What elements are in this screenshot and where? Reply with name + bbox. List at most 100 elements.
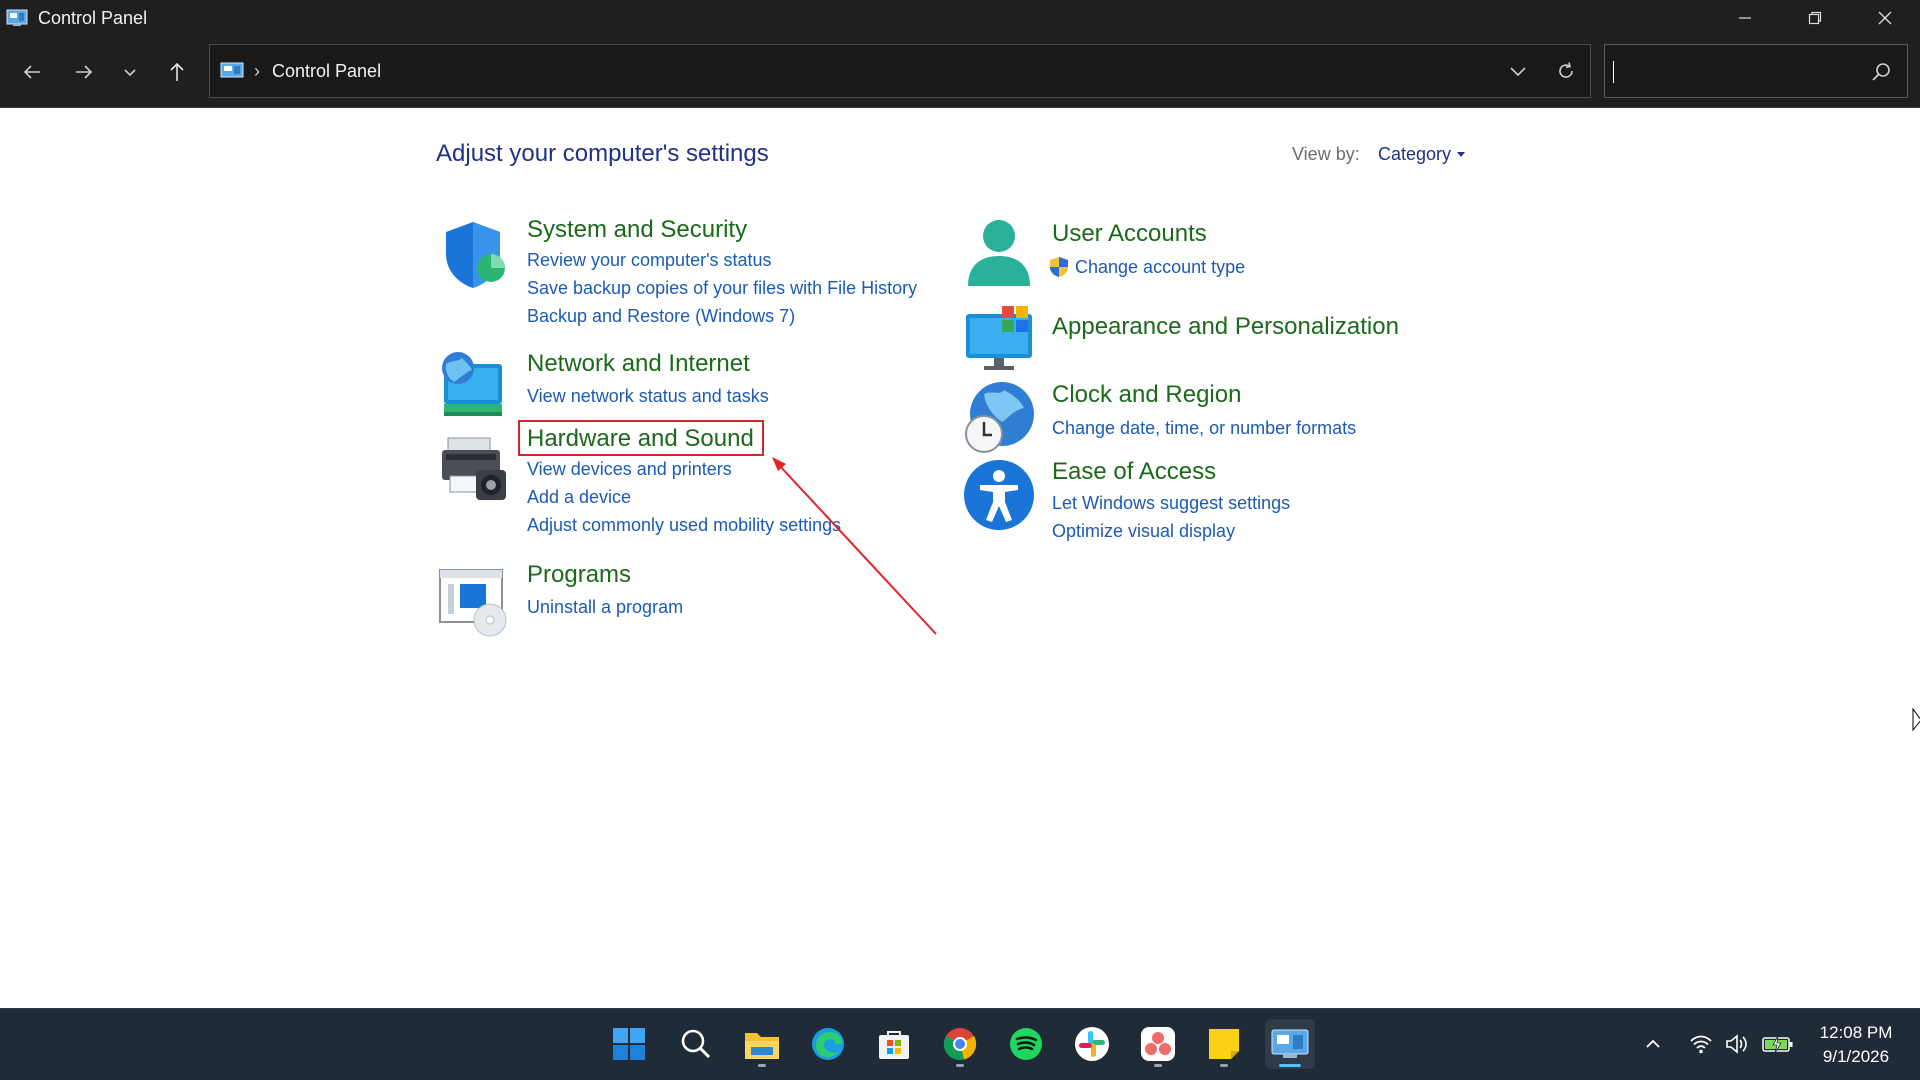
restore-button[interactable] bbox=[1780, 0, 1850, 36]
slack-button[interactable] bbox=[1067, 1019, 1117, 1069]
category-appearance-and-personalization[interactable]: Appearance and Personalization bbox=[1052, 313, 1399, 341]
volume-button[interactable] bbox=[1724, 1031, 1750, 1057]
store-icon bbox=[879, 1031, 909, 1059]
wifi-button[interactable] bbox=[1688, 1031, 1714, 1057]
chrome-icon bbox=[943, 1028, 977, 1061]
network-icon[interactable] bbox=[436, 348, 510, 422]
link-uninstall-program[interactable]: Uninstall a program bbox=[527, 597, 683, 618]
appearance-icon[interactable] bbox=[962, 302, 1036, 376]
sticky-notes-button[interactable] bbox=[1199, 1019, 1249, 1069]
breadcrumb-separator: › bbox=[254, 60, 260, 81]
wifi-icon bbox=[1690, 1035, 1712, 1054]
asana-button[interactable] bbox=[1133, 1019, 1183, 1069]
view-by-value: Category bbox=[1378, 144, 1452, 164]
taskbar: 12:08 PM 9/1/2026 bbox=[0, 1008, 1920, 1080]
breadcrumb-control-panel[interactable]: Control Panel bbox=[272, 61, 381, 82]
forward-button[interactable] bbox=[68, 56, 100, 88]
folder-icon bbox=[745, 1033, 779, 1059]
category-hardware-and-sound[interactable]: Hardware and Sound bbox=[527, 425, 754, 453]
link-optimize-visual-display[interactable]: Optimize visual display bbox=[1052, 521, 1235, 542]
speaker-icon bbox=[1726, 1034, 1747, 1054]
link-network-status[interactable]: View network status and tasks bbox=[527, 386, 769, 407]
minimize-icon bbox=[1739, 17, 1751, 19]
up-button[interactable] bbox=[161, 56, 193, 88]
sticky-notes-icon bbox=[1209, 1029, 1239, 1059]
minimize-button[interactable] bbox=[1710, 0, 1780, 36]
link-add-device[interactable]: Add a device bbox=[527, 487, 631, 508]
programs-icon[interactable] bbox=[436, 564, 510, 638]
refresh-icon bbox=[1559, 62, 1573, 78]
link-change-account-type[interactable]: Change account type bbox=[1075, 257, 1245, 278]
search-box[interactable] bbox=[1604, 44, 1908, 98]
link-devices-printers[interactable]: View devices and printers bbox=[527, 459, 732, 480]
asana-icon bbox=[1141, 1027, 1175, 1061]
category-user-accounts[interactable]: User Accounts bbox=[1052, 220, 1207, 248]
slack-icon bbox=[1075, 1027, 1109, 1061]
close-icon bbox=[1878, 11, 1892, 25]
category-ease-of-access[interactable]: Ease of Access bbox=[1052, 458, 1216, 486]
category-network-and-internet[interactable]: Network and Internet bbox=[527, 350, 750, 378]
link-file-history[interactable]: Save backup copies of your files with Fi… bbox=[527, 278, 917, 299]
spotify-button[interactable] bbox=[1001, 1019, 1051, 1069]
clock-globe-icon[interactable] bbox=[962, 380, 1036, 454]
mouse-cursor-icon bbox=[1912, 708, 1920, 732]
link-review-status[interactable]: Review your computer's status bbox=[527, 250, 772, 271]
window-controls bbox=[1710, 0, 1920, 36]
edge-button[interactable] bbox=[803, 1019, 853, 1069]
chrome-button[interactable] bbox=[935, 1019, 985, 1069]
file-explorer-button[interactable] bbox=[737, 1019, 787, 1069]
start-button[interactable] bbox=[604, 1019, 654, 1069]
control-panel-icon bbox=[6, 9, 28, 26]
view-by-label: View by: bbox=[1292, 144, 1360, 164]
link-mobility-settings[interactable]: Adjust commonly used mobility settings bbox=[527, 515, 841, 536]
page-title: Adjust your computer's settings bbox=[436, 140, 769, 167]
link-date-time-formats[interactable]: Change date, time, or number formats bbox=[1052, 418, 1356, 439]
shield-icon[interactable] bbox=[436, 218, 510, 292]
window-title: Control Panel bbox=[38, 7, 148, 28]
search-input[interactable] bbox=[1615, 57, 1855, 85]
edge-icon bbox=[812, 1028, 844, 1060]
control-panel-taskbar-button[interactable] bbox=[1265, 1019, 1315, 1069]
accessibility-icon[interactable] bbox=[962, 458, 1036, 532]
category-system-and-security[interactable]: System and Security bbox=[527, 216, 747, 244]
link-backup-restore[interactable]: Backup and Restore (Windows 7) bbox=[527, 306, 795, 327]
spotify-icon bbox=[1010, 1028, 1042, 1060]
arrow-up-icon bbox=[170, 62, 184, 81]
show-hidden-icons-button[interactable] bbox=[1640, 1031, 1666, 1057]
category-programs[interactable]: Programs bbox=[527, 561, 631, 589]
running-indicator bbox=[1154, 1064, 1162, 1067]
annotation-arrow bbox=[772, 457, 937, 635]
running-indicator bbox=[758, 1064, 766, 1067]
active-indicator bbox=[1279, 1064, 1301, 1067]
address-history-button[interactable] bbox=[1506, 59, 1530, 83]
battery-button[interactable] bbox=[1762, 1031, 1794, 1057]
uac-shield-icon bbox=[1050, 257, 1068, 277]
back-button[interactable] bbox=[16, 56, 48, 88]
refresh-button[interactable] bbox=[1554, 59, 1578, 83]
clock-time: 12:08 PM bbox=[1819, 1023, 1893, 1042]
close-button[interactable] bbox=[1850, 0, 1920, 36]
chevron-down-icon bbox=[124, 69, 136, 77]
dropdown-arrow-icon bbox=[1457, 152, 1466, 157]
chevron-up-icon bbox=[1646, 1039, 1660, 1048]
link-windows-suggest-settings[interactable]: Let Windows suggest settings bbox=[1052, 493, 1290, 514]
control-panel-icon bbox=[220, 62, 244, 78]
recent-locations-button[interactable] bbox=[114, 56, 146, 88]
control-panel-content: Adjust your computer's settings View by:… bbox=[0, 108, 1920, 1008]
windows-icon bbox=[613, 1028, 645, 1060]
title-bar: Control Panel bbox=[0, 0, 1920, 36]
running-indicator bbox=[1220, 1064, 1228, 1067]
printer-icon[interactable] bbox=[436, 432, 510, 506]
system-clock[interactable]: 12:08 PM 9/1/2026 bbox=[1808, 1021, 1904, 1069]
user-icon[interactable] bbox=[962, 216, 1036, 290]
text-caret bbox=[1613, 61, 1614, 83]
address-bar[interactable]: › Control Panel bbox=[209, 44, 1591, 98]
taskbar-search-button[interactable] bbox=[671, 1019, 721, 1069]
search-icon[interactable] bbox=[1869, 60, 1893, 84]
category-clock-and-region[interactable]: Clock and Region bbox=[1052, 381, 1241, 409]
chevron-down-icon bbox=[1510, 67, 1526, 77]
navigation-bar: › Control Panel bbox=[0, 36, 1920, 108]
microsoft-store-button[interactable] bbox=[869, 1019, 919, 1069]
arrow-left-icon bbox=[23, 65, 40, 79]
view-by-dropdown[interactable]: Category bbox=[1378, 144, 1466, 165]
